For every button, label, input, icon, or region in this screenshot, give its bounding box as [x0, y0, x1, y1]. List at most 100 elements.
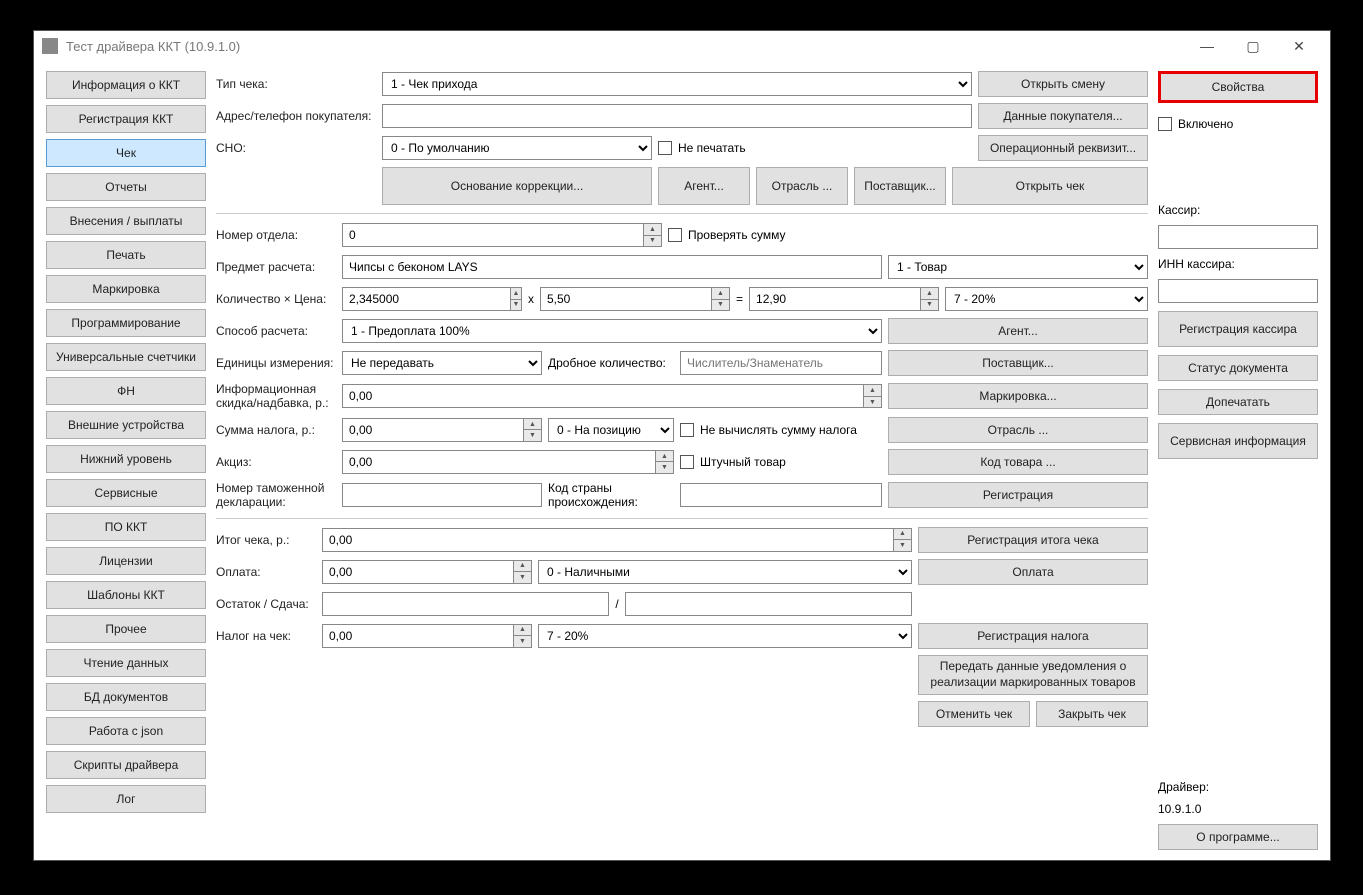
customs-decl-input[interactable] [342, 483, 542, 507]
registration-button[interactable]: Регистрация [888, 482, 1148, 508]
units-select[interactable]: Не передавать [342, 351, 542, 375]
send-marked-data-button[interactable]: Передать данные уведомления о реализации… [918, 655, 1148, 695]
marking-button[interactable]: Маркировка... [888, 383, 1148, 409]
window-title: Тест драйвера ККТ (10.9.1.0) [66, 39, 1184, 54]
sidebar-item[interactable]: Нижний уровень [46, 445, 206, 473]
no-calc-tax-checkbox[interactable] [680, 423, 694, 437]
price-input[interactable]: ▲▼ [540, 287, 730, 311]
operational-requisite-button[interactable]: Операционный реквизит... [978, 135, 1148, 161]
discount-label: Информационная скидка/надбавка, р.: [216, 382, 336, 411]
close-check-button[interactable]: Закрыть чек [1036, 701, 1148, 727]
sidebar-item[interactable]: Работа с json [46, 717, 206, 745]
tax-sum-label: Сумма налога, р.: [216, 423, 336, 437]
reg-check-total-button[interactable]: Регистрация итога чека [918, 527, 1148, 553]
department-input[interactable]: ▲▼ [342, 223, 662, 247]
about-button[interactable]: О программе... [1158, 824, 1318, 850]
main-panel: Тип чека: 1 - Чек прихода Открыть смену … [216, 71, 1148, 850]
payment-method-select[interactable]: 1 - Предоплата 100% [342, 319, 882, 343]
titlebar: Тест драйвера ККТ (10.9.1.0) — ▢ ✕ [34, 31, 1330, 61]
app-icon [42, 38, 58, 54]
properties-button[interactable]: Свойства [1158, 71, 1318, 103]
payment-type-select[interactable]: 0 - Наличными [538, 560, 912, 584]
tax-on-check-input[interactable]: ▲▼ [322, 624, 532, 648]
check-type-select[interactable]: 1 - Чек прихода [382, 72, 972, 96]
discount-input[interactable]: ▲▼ [342, 384, 882, 408]
fractional-qty-input[interactable] [680, 351, 882, 375]
item-agent-button[interactable]: Агент... [888, 318, 1148, 344]
remainder-input[interactable] [322, 592, 609, 616]
buyer-data-button[interactable]: Данные покупателя... [978, 103, 1148, 129]
sidebar-item[interactable]: Маркировка [46, 275, 206, 303]
do-not-print-label: Не печатать [678, 141, 746, 155]
sidebar-item[interactable]: Чек [46, 139, 206, 167]
item-type-select[interactable]: 1 - Товар [888, 255, 1148, 279]
industry-button[interactable]: Отрасль ... [756, 167, 848, 205]
sidebar-item[interactable]: ПО ККТ [46, 513, 206, 541]
item-code-button[interactable]: Код товара ... [888, 449, 1148, 475]
sidebar-item[interactable]: Лицензии [46, 547, 206, 575]
agent-button[interactable]: Агент... [658, 167, 750, 205]
change-input[interactable] [625, 592, 912, 616]
sidebar-item[interactable]: Программирование [46, 309, 206, 337]
do-not-print-checkbox[interactable] [658, 141, 672, 155]
reprint-button[interactable]: Допечатать [1158, 389, 1318, 415]
sidebar-item[interactable]: ФН [46, 377, 206, 405]
total-input[interactable]: ▲▼ [749, 287, 939, 311]
check-sum-checkbox[interactable] [668, 228, 682, 242]
piece-item-checkbox[interactable] [680, 455, 694, 469]
open-shift-button[interactable]: Открыть смену [978, 71, 1148, 97]
tax-mode-select[interactable]: 0 - На позицию [548, 418, 674, 442]
check-type-label: Тип чека: [216, 77, 376, 91]
enabled-checkbox[interactable] [1158, 117, 1172, 131]
left-sidebar: Информация о ККТ Регистрация ККТ Чек Отчеты… [46, 71, 206, 850]
sidebar-item[interactable]: Регистрация ККТ [46, 105, 206, 133]
sidebar-item[interactable]: Внесения / выплаты [46, 207, 206, 235]
fractional-qty-label: Дробное количество: [548, 356, 674, 370]
supplier-button[interactable]: Поставщик... [854, 167, 946, 205]
register-cashier-button[interactable]: Регистрация кассира [1158, 311, 1318, 347]
cancel-check-button[interactable]: Отменить чек [918, 701, 1030, 727]
document-status-button[interactable]: Статус документа [1158, 355, 1318, 381]
sidebar-item[interactable]: Отчеты [46, 173, 206, 201]
sidebar-item[interactable]: Чтение данных [46, 649, 206, 677]
sidebar-item[interactable]: Прочее [46, 615, 206, 643]
cashier-input[interactable] [1158, 225, 1318, 249]
open-check-button[interactable]: Открыть чек [952, 167, 1148, 205]
sidebar-item[interactable]: Универсальные счетчики [46, 343, 206, 371]
sidebar-item[interactable]: Шаблоны ККТ [46, 581, 206, 609]
payment-button[interactable]: Оплата [918, 559, 1148, 585]
buyer-address-input[interactable] [382, 104, 972, 128]
maximize-button[interactable]: ▢ [1230, 31, 1276, 61]
sidebar-item[interactable]: Информация о ККТ [46, 71, 206, 99]
sidebar-item[interactable]: Скрипты драйвера [46, 751, 206, 779]
qty-price-label: Количество × Цена: [216, 292, 336, 306]
no-calc-tax-label: Не вычислять сумму налога [700, 423, 857, 437]
quantity-input[interactable]: ▲▼ [342, 287, 522, 311]
tax-on-check-type-select[interactable]: 7 - 20% [538, 624, 912, 648]
item-label: Предмет расчета: [216, 260, 336, 274]
sidebar-item[interactable]: Внешние устройства [46, 411, 206, 439]
check-total-input[interactable]: ▲▼ [322, 528, 912, 552]
item-name-input[interactable] [342, 255, 882, 279]
payment-input[interactable]: ▲▼ [322, 560, 532, 584]
cashier-inn-input[interactable] [1158, 279, 1318, 303]
origin-country-input[interactable] [680, 483, 882, 507]
close-button[interactable]: ✕ [1276, 31, 1322, 61]
reg-tax-button[interactable]: Регистрация налога [918, 623, 1148, 649]
sidebar-item[interactable]: Печать [46, 241, 206, 269]
check-total-label: Итог чека, р.: [216, 533, 316, 547]
tax-sum-input[interactable]: ▲▼ [342, 418, 542, 442]
excise-input[interactable]: ▲▼ [342, 450, 674, 474]
sidebar-item[interactable]: Лог [46, 785, 206, 813]
sidebar-item[interactable]: БД документов [46, 683, 206, 711]
item-supplier-button[interactable]: Поставщик... [888, 350, 1148, 376]
correction-base-button[interactable]: Основание коррекции... [382, 167, 652, 205]
item-industry-button[interactable]: Отрасль ... [888, 417, 1148, 443]
minimize-button[interactable]: — [1184, 31, 1230, 61]
sidebar-item[interactable]: Сервисные [46, 479, 206, 507]
enabled-label: Включено [1178, 117, 1233, 131]
payment-method-label: Способ расчета: [216, 324, 336, 338]
sno-select[interactable]: 0 - По умолчанию [382, 136, 652, 160]
tax-rate-select[interactable]: 7 - 20% [945, 287, 1148, 311]
service-info-button[interactable]: Сервисная информация [1158, 423, 1318, 459]
